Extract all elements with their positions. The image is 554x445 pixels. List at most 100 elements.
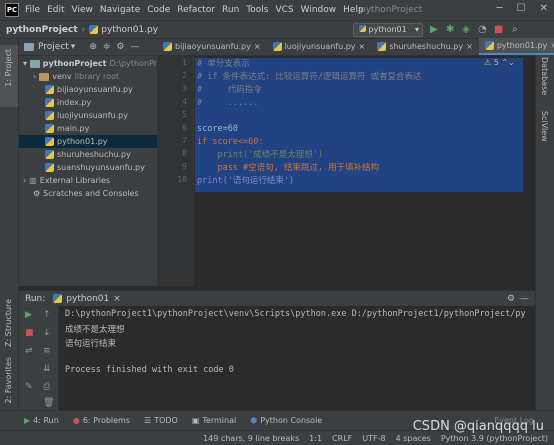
tab-label: Terminal	[202, 416, 237, 425]
status-caret-position[interactable]: 1:1	[309, 434, 322, 443]
project-view-select[interactable]: Project	[38, 42, 69, 52]
code-line: # ......	[197, 98, 259, 108]
profile-icon[interactable]: ◔	[478, 24, 487, 35]
pin-icon[interactable]: ✎	[25, 382, 33, 392]
tab-label: Python Console	[260, 416, 323, 425]
project-folder-icon	[24, 43, 34, 51]
breadcrumb-project[interactable]: pythonProject	[6, 25, 78, 35]
locate-icon[interactable]: ⊕	[89, 42, 97, 52]
tree-file[interactable]: index.py	[19, 96, 157, 109]
tab-python-console[interactable]: ⬢ Python Console	[250, 416, 322, 425]
up-icon[interactable]: ↑	[43, 310, 51, 320]
tab-run[interactable]: ▶ 4: Run	[24, 416, 59, 425]
rerun-icon[interactable]: ▶	[25, 310, 32, 320]
gear-icon[interactable]: ⚙	[116, 42, 124, 52]
line-number: 8	[182, 149, 187, 158]
status-encoding[interactable]: UTF-8	[362, 434, 385, 443]
sciview-tool-tab[interactable]: SciView	[540, 111, 549, 142]
python-file-icon	[45, 98, 54, 107]
hide-icon[interactable]: —	[520, 294, 529, 304]
structure-tool-tab[interactable]: Z: Structure	[4, 299, 13, 347]
project-tool-tab[interactable]: 1: Project	[4, 49, 13, 87]
menu-tools[interactable]: Tools	[246, 5, 268, 15]
tab-shuruheshuchu[interactable]: shuruheshuchu.py ×	[371, 38, 479, 55]
gear-icon[interactable]: ⚙	[507, 294, 515, 304]
close-icon[interactable]: ×	[359, 42, 366, 51]
menu-file[interactable]: File	[25, 5, 40, 15]
library-icon: ▥	[29, 176, 37, 185]
code-area[interactable]: # 单分支表示 # if 条件表达式: 比较运算符/逻辑运算符 或者复合表达 #…	[195, 56, 535, 286]
run-tab[interactable]: python01	[66, 294, 109, 304]
problems-icon: ●	[72, 416, 80, 425]
soft-wrap-icon[interactable]: ≡	[43, 346, 51, 356]
code-editor[interactable]: 1 2 3 4 5 6 7 8 9 10 # 单分支表示 # if 条件表达式:…	[157, 56, 535, 286]
stop-icon[interactable]: ■	[494, 24, 503, 35]
tab-luojiyunsuanfu[interactable]: luojiyunsuanfu.py ×	[267, 38, 372, 55]
tree-file-label: suanshuyunsuanfu.py	[57, 163, 145, 172]
coverage-icon[interactable]: ◈	[462, 24, 470, 35]
maximize-icon[interactable]: ☐	[517, 3, 526, 14]
tree-root[interactable]: ▾ pythonProject D:\pythonPr	[19, 57, 157, 70]
menu-window[interactable]: Window	[301, 5, 337, 15]
wrap-icon[interactable]: ⇌	[25, 346, 33, 356]
status-line-separator[interactable]: CRLF	[332, 434, 352, 443]
close-icon[interactable]: ×	[113, 294, 121, 304]
debug-icon[interactable]: ✱	[446, 24, 454, 35]
run-icon[interactable]: ▶	[430, 24, 438, 35]
tab-python01[interactable]: python01.py ×	[478, 38, 554, 55]
stop-icon[interactable]: ■	[25, 328, 34, 338]
menu-navigate[interactable]: Navigate	[100, 5, 140, 15]
menu-run[interactable]: Run	[222, 5, 239, 15]
run-label: Run:	[25, 293, 46, 304]
editor-tabs: bijiaoyunsuanfu.py × luojiyunsuanfu.py × s…	[157, 38, 554, 56]
breadcrumb-separator: ›	[81, 24, 86, 35]
minimize-icon[interactable]: ─	[497, 3, 503, 14]
left-tool-strip: 1: Project Z: Structure 2: Favorites	[0, 39, 19, 414]
tree-file[interactable]: bijiaoyunsuanfu.py	[19, 83, 157, 96]
menu-vcs[interactable]: VCS	[275, 5, 293, 15]
close-icon[interactable]: ×	[466, 42, 473, 51]
tree-file[interactable]: luojiyunsuanfu.py	[19, 109, 157, 122]
tree-venv[interactable]: › venv library root	[19, 70, 157, 83]
scroll-end-icon[interactable]: ⇊	[43, 364, 51, 374]
tree-external-libraries[interactable]: › ▥ External Libraries	[19, 174, 157, 187]
close-icon[interactable]: ×	[550, 41, 554, 50]
status-indent[interactable]: 4 spaces	[396, 434, 431, 443]
python-console-icon: ⬢	[250, 416, 258, 425]
run-console[interactable]: D:\pythonProject1\pythonProject\venv\Scr…	[59, 306, 535, 410]
menu-edit[interactable]: Edit	[47, 5, 64, 15]
tab-bijiaoyunsuanfu[interactable]: bijiaoyunsuanfu.py ×	[157, 38, 267, 55]
line-number-gutter: 1 2 3 4 5 6 7 8 9 10	[157, 56, 194, 286]
right-tool-strip: Database SciView	[535, 39, 554, 414]
status-interpreter[interactable]: Python 3.9 (pythonProject)	[441, 434, 548, 443]
menu-code[interactable]: Code	[147, 5, 170, 15]
chevron-down-icon[interactable]: ▾	[71, 42, 76, 52]
tree-file[interactable]: shuruheshuchu.py	[19, 148, 157, 161]
hide-icon[interactable]: —	[131, 42, 140, 52]
tree-file[interactable]: suanshuyunsuanfu.py	[19, 161, 157, 174]
warning-indicator[interactable]: ⚠ 5 ⌃⌄	[484, 58, 515, 67]
tree-scratches[interactable]: ⚙ Scratches and Consoles	[19, 187, 157, 200]
tree-file-selected[interactable]: python01.py	[19, 135, 157, 148]
code-line: print('语句运行结束')	[197, 176, 295, 186]
tree-file[interactable]: main.py	[19, 122, 157, 135]
menu-view[interactable]: View	[72, 5, 93, 15]
breadcrumb-file[interactable]: python01.py	[101, 25, 158, 35]
close-icon[interactable]: ×	[254, 42, 261, 51]
database-tool-tab[interactable]: Database	[540, 57, 549, 95]
collapse-icon[interactable]: ≑	[103, 42, 111, 52]
tab-terminal[interactable]: ▣ Terminal	[192, 416, 236, 425]
print-icon[interactable]: ⎙	[43, 382, 50, 392]
run-config-select[interactable]: python01 ▾	[353, 23, 423, 37]
favorites-tool-tab[interactable]: 2: Favorites	[4, 357, 13, 403]
tree-file-label: main.py	[57, 124, 90, 133]
down-icon[interactable]: ↓	[43, 328, 51, 338]
tab-label: bijiaoyunsuanfu.py	[175, 42, 251, 51]
python-file-icon	[484, 41, 494, 50]
tab-todo[interactable]: ☰ TODO	[144, 416, 178, 425]
close-icon[interactable]: ✕	[540, 3, 548, 14]
tab-problems[interactable]: ● 6: Problems	[73, 416, 130, 425]
delete-icon[interactable]: 🗑	[43, 398, 54, 408]
search-everywhere-icon[interactable]: ⌕	[512, 24, 518, 35]
menu-refactor[interactable]: Refactor	[177, 5, 215, 15]
